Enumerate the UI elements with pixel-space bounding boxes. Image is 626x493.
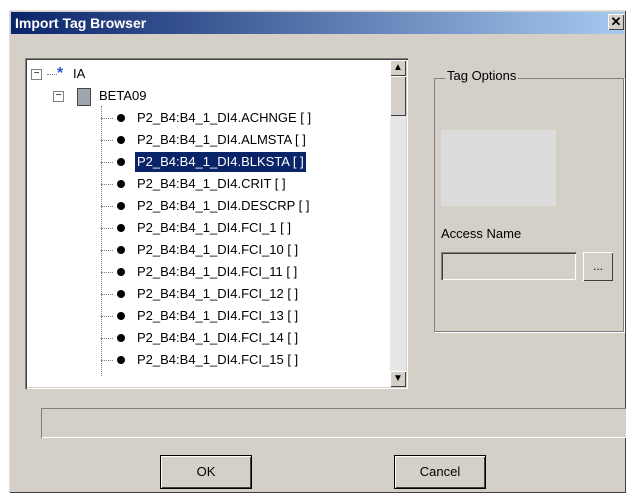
tag-bullet-icon bbox=[117, 202, 125, 210]
tree-scrollbar[interactable]: ▲ ▼ bbox=[390, 60, 406, 387]
tag-bullet-icon bbox=[117, 114, 125, 122]
tag-item-label: P2_B4:B4_1_DI4.FCI_11 [ ] bbox=[137, 264, 298, 279]
tag-bullet-icon bbox=[117, 246, 125, 254]
scroll-down-button[interactable]: ▼ bbox=[390, 371, 406, 387]
close-button[interactable]: ✕ bbox=[608, 14, 624, 30]
tag-item-label: P2_B4:B4_1_DI4.CRIT [ ] bbox=[137, 176, 286, 191]
title-bar[interactable]: Import Tag Browser ✕ bbox=[11, 12, 624, 34]
cancel-button[interactable]: Cancel bbox=[395, 456, 485, 488]
tag-tree-view[interactable]: − * IA − BETA09 P2_B4:B4_1_DI4.ACHNGE [ … bbox=[25, 58, 408, 389]
ok-button[interactable]: OK bbox=[161, 456, 251, 488]
tag-bullet-icon bbox=[117, 334, 125, 342]
scroll-thumb[interactable] bbox=[390, 76, 406, 116]
import-tag-browser-dialog: Import Tag Browser ✕ − * IA − BETA09 P2_… bbox=[9, 10, 626, 493]
tag-bullet-icon bbox=[117, 224, 125, 232]
tag-item-label: P2_B4:B4_1_DI4.FCI_13 [ ] bbox=[137, 308, 299, 323]
tag-item-label: P2_B4:B4_1_DI4.DESCRP [ ] bbox=[137, 198, 310, 213]
tag-bullet-icon bbox=[117, 312, 125, 320]
server-icon bbox=[77, 88, 91, 106]
asterisk-icon: * bbox=[57, 65, 64, 82]
tree-container: − * IA − BETA09 P2_B4:B4_1_DI4.ACHNGE [ … bbox=[29, 62, 388, 385]
window-title: Import Tag Browser bbox=[15, 15, 147, 31]
tag-bullet-icon bbox=[117, 356, 125, 364]
tag-item-label: P2_B4:B4_1_DI4.FCI_14 [ ] bbox=[137, 330, 299, 345]
tag-item-label: P2_B4:B4_1_DI4.ALMSTA [ ] bbox=[137, 132, 306, 147]
tag-bullet-icon bbox=[117, 180, 125, 188]
tag-bullet-icon bbox=[117, 158, 125, 166]
access-name-field[interactable] bbox=[441, 252, 576, 280]
collapse-icon[interactable]: − bbox=[53, 91, 64, 102]
tag-item-label: P2_B4:B4_1_DI4.FCI_12 [ ] bbox=[137, 286, 299, 301]
tag-item-label: P2_B4:B4_1_DI4.BLKSTA [ ] bbox=[134, 151, 307, 173]
tag-item-label: P2_B4:B4_1_DI4.FCI_15 [ ] bbox=[137, 352, 299, 367]
scroll-up-button[interactable]: ▲ bbox=[390, 60, 406, 76]
tag-options-label: Tag Options bbox=[445, 68, 519, 83]
tag-item-label: P2_B4:B4_1_DI4.ACHNGE [ ] bbox=[137, 110, 312, 125]
tag-preview-area bbox=[441, 130, 556, 206]
collapse-icon[interactable]: − bbox=[31, 69, 42, 80]
access-name-label: Access Name bbox=[441, 226, 522, 241]
tree-node-label: BETA09 bbox=[99, 88, 147, 103]
tag-bullet-icon bbox=[117, 268, 125, 276]
tag-item-label: P2_B4:B4_1_DI4.FCI_10 [ ] bbox=[137, 242, 299, 257]
tag-item-label: P2_B4:B4_1_DI4.FCI_1 [ ] bbox=[137, 220, 291, 235]
tree-node-beta09[interactable]: − BETA09 bbox=[29, 86, 388, 106]
tree-root-label: IA bbox=[73, 66, 86, 81]
tag-bullet-icon bbox=[117, 136, 125, 144]
tag-bullet-icon bbox=[117, 290, 125, 298]
status-bar bbox=[41, 408, 626, 438]
access-name-browse-button[interactable]: ... bbox=[583, 252, 613, 281]
